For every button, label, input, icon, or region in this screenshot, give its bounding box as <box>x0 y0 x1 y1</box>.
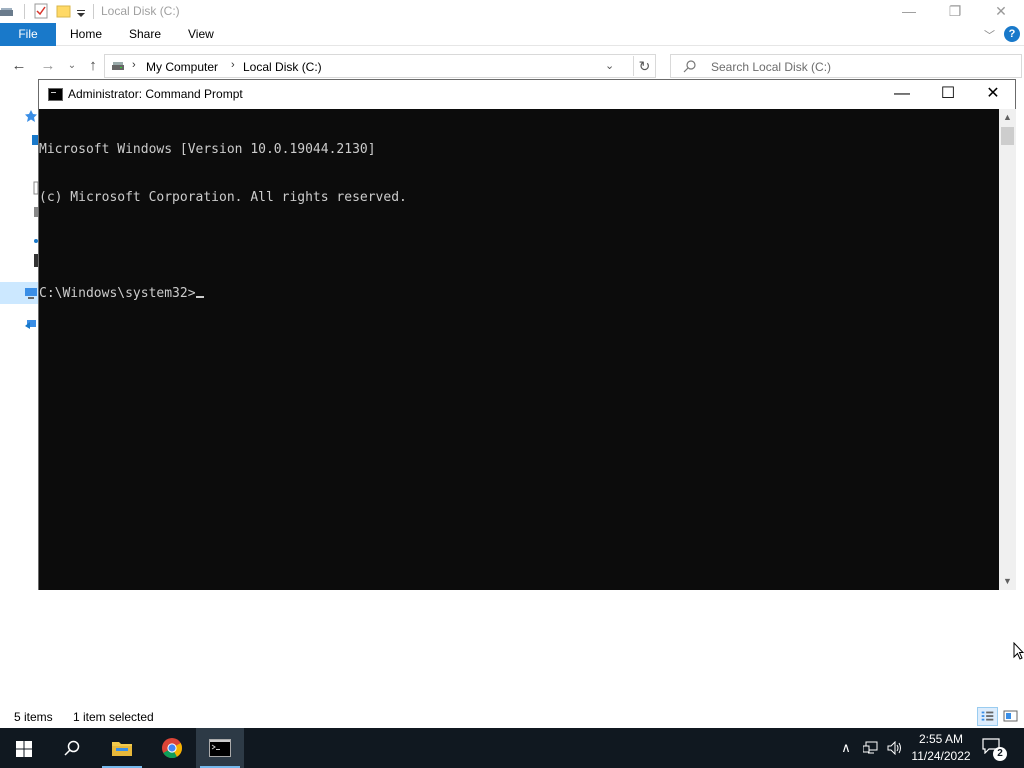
console-output: Microsoft Windows [Version 10.0.19044.21… <box>39 110 407 334</box>
text-cursor <box>195 296 204 298</box>
search-icon <box>683 60 696 73</box>
tab-home[interactable]: Home <box>70 23 102 46</box>
restore-icon[interactable]: ❐ <box>932 0 978 23</box>
help-icon[interactable]: ? <box>1004 26 1020 42</box>
minimize-icon[interactable]: — <box>886 0 932 23</box>
chevron-right-icon[interactable]: › <box>231 59 235 71</box>
network-status-icon <box>863 741 878 754</box>
quick-access-divider <box>24 4 25 19</box>
mouse-pointer-icon <box>1013 642 1024 660</box>
command-prompt-icon[interactable] <box>48 88 63 101</box>
scroll-down-icon[interactable]: ▼ <box>999 573 1016 590</box>
item-count: 5 items <box>14 710 53 724</box>
selection-count: 1 item selected <box>73 710 154 724</box>
taskbar-file-explorer[interactable] <box>98 728 146 768</box>
console-prompt: C:\Windows\system32> <box>39 286 196 301</box>
show-hidden-icons-icon[interactable]: ∧ <box>836 728 856 768</box>
explorer-title-bar: Local Disk (C:) — ❐ ✕ <box>0 0 1024 23</box>
taskbar-command-prompt[interactable] <box>196 728 244 768</box>
maximize-icon[interactable]: ☐ <box>925 80 971 109</box>
console-prompt-line[interactable]: C:\Windows\system32> <box>39 286 407 302</box>
volume-icon[interactable] <box>884 728 906 768</box>
drive-icon <box>112 62 124 70</box>
tab-view[interactable]: View <box>188 23 214 46</box>
console-line: Microsoft Windows [Version 10.0.19044.21… <box>39 142 376 157</box>
console-area[interactable]: Microsoft Windows [Version 10.0.19044.21… <box>39 109 999 590</box>
clock-date: 11/24/2022 <box>911 749 971 763</box>
videos-icon[interactable] <box>24 253 38 267</box>
command-prompt-window[interactable]: Administrator: Command Prompt — ☐ ✕ Micr… <box>38 79 1016 590</box>
forward-icon[interactable]: → <box>38 56 58 76</box>
chevron-down-icon[interactable]: ⌄ <box>605 59 614 72</box>
network-icon[interactable] <box>24 317 38 331</box>
back-icon[interactable]: ← <box>9 56 29 76</box>
search-icon <box>64 740 80 756</box>
taskbar-clock[interactable]: 2:55 AM 11/24/2022 <box>906 731 976 765</box>
onedrive-icon[interactable] <box>24 233 38 247</box>
nav-item-this-pc[interactable] <box>0 282 40 304</box>
quick-access-divider <box>93 4 94 19</box>
cmd-window-title: Administrator: Command Prompt <box>68 87 243 101</box>
new-folder-icon[interactable] <box>56 3 72 19</box>
scroll-up-icon[interactable]: ▲ <box>999 109 1016 126</box>
close-icon[interactable]: ✕ <box>970 80 1016 109</box>
desktop-icon[interactable] <box>24 133 38 147</box>
chevron-right-icon[interactable]: › <box>132 59 136 71</box>
tab-file[interactable]: File <box>0 23 56 46</box>
details-view-icon[interactable] <box>977 707 998 726</box>
taskbar-chrome[interactable] <box>148 728 196 768</box>
ribbon: File Home Share View ﹀ ? <box>0 23 1024 46</box>
cmd-title-bar[interactable]: Administrator: Command Prompt — ☐ ✕ <box>39 80 1015 109</box>
search-placeholder: Search Local Disk (C:) <box>711 60 832 74</box>
file-explorer-icon <box>112 742 132 756</box>
notification-count-badge: 2 <box>993 747 1007 761</box>
console-line: (c) Microsoft Corporation. All rights re… <box>39 190 407 205</box>
breadcrumb-my-computer[interactable]: My Computer <box>146 60 218 74</box>
search-box[interactable]: Search Local Disk (C:) <box>670 54 1022 78</box>
start-button[interactable] <box>0 728 48 768</box>
taskbar: ∧ 2:55 AM 11/24/2022 2 <box>0 728 1024 768</box>
explorer-app-icon[interactable] <box>0 3 16 19</box>
refresh-icon[interactable]: ↻ <box>633 56 655 76</box>
explorer-window-title: Local Disk (C:) <box>101 4 180 18</box>
status-bar: 5 items 1 item selected <box>0 706 1024 728</box>
recent-locations-icon[interactable]: ⌄ <box>62 56 82 76</box>
navigation-bar: ← → ⌄ ↑ › My Computer › Local Disk (C:) … <box>0 52 1024 80</box>
expand-ribbon-icon[interactable]: ﹀ <box>984 27 995 43</box>
network-icon[interactable] <box>860 728 882 768</box>
quick-access-icon[interactable] <box>24 109 38 123</box>
breadcrumb-local-disk[interactable]: Local Disk (C:) <box>243 60 322 74</box>
up-icon[interactable]: ↑ <box>83 56 103 76</box>
pictures-icon[interactable] <box>24 205 38 219</box>
large-icons-view-icon[interactable] <box>1000 707 1021 726</box>
tab-share[interactable]: Share <box>129 23 161 46</box>
clock-time: 2:55 AM <box>918 732 964 746</box>
close-icon[interactable]: ✕ <box>978 0 1024 23</box>
computer-icon <box>25 288 37 299</box>
command-prompt-icon <box>209 739 231 757</box>
scrollbar-thumb[interactable] <box>1001 127 1014 145</box>
documents-icon[interactable] <box>24 181 38 195</box>
taskbar-search-button[interactable] <box>48 728 96 768</box>
action-center-button[interactable]: 2 <box>980 736 1007 761</box>
address-bar[interactable]: › My Computer › Local Disk (C:) ⌄ ↻ <box>104 54 656 78</box>
start-icon <box>16 741 32 757</box>
properties-icon[interactable] <box>33 3 49 19</box>
minimize-icon[interactable]: — <box>879 80 925 109</box>
speaker-icon <box>887 741 901 755</box>
vertical-scrollbar[interactable]: ▲ ▼ <box>999 109 1016 590</box>
customize-toolbar-icon[interactable] <box>76 6 86 22</box>
chrome-icon <box>162 738 183 759</box>
